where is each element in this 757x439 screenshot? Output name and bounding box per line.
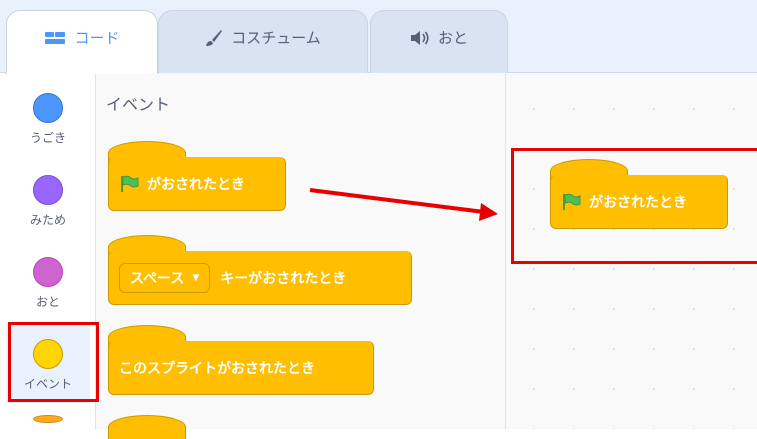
tab-code[interactable]: コード — [6, 10, 158, 74]
arrow-head-icon — [479, 203, 498, 221]
code-icon — [45, 31, 66, 44]
tab-code-label: コード — [74, 29, 120, 47]
